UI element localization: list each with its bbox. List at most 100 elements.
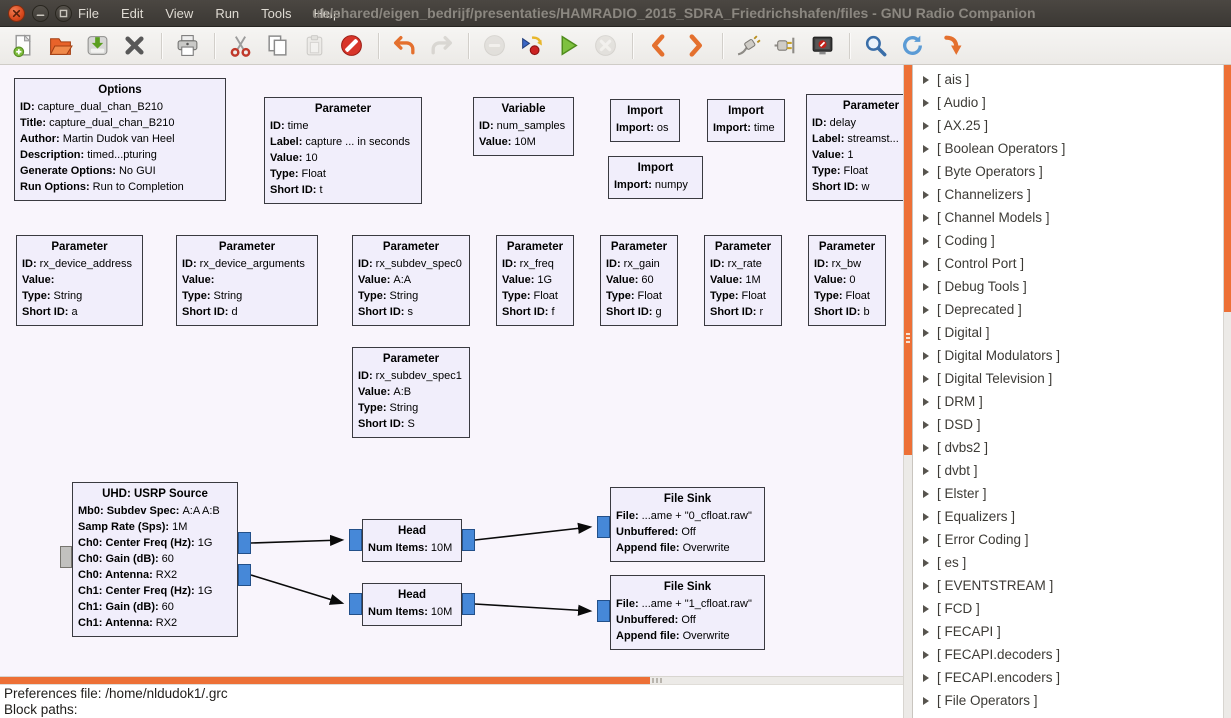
port-usrp-out1[interactable] <box>238 564 251 586</box>
expander-icon[interactable] <box>923 559 929 567</box>
sidebar-category-dvbs2[interactable]: [ dvbs2 ] <box>913 436 1223 459</box>
port-file-sink1-in[interactable] <box>597 600 610 622</box>
expander-icon[interactable] <box>923 582 929 590</box>
reload-blocks-button[interactable] <box>895 30 929 62</box>
expander-icon[interactable] <box>923 651 929 659</box>
expander-icon[interactable] <box>923 214 929 222</box>
block-options[interactable]: OptionsID:capture_dual_chan_B210Title:ca… <box>14 78 226 201</box>
cut-button[interactable] <box>223 30 257 62</box>
sidebar-category-elster[interactable]: [ Elster ] <box>913 482 1223 505</box>
generate-flowgraph-button[interactable] <box>514 30 548 62</box>
flowgraph-errors-button[interactable] <box>932 30 966 62</box>
block-usrp-source[interactable]: UHD: USRP SourceMb0: Subdev Spec:A:A A:B… <box>72 482 238 637</box>
expander-icon[interactable] <box>923 605 929 613</box>
menu-view[interactable]: View <box>165 6 193 21</box>
sidebar-category-fileoperators[interactable]: [ File Operators ] <box>913 689 1223 712</box>
copy-button[interactable] <box>260 30 294 62</box>
block-param-delay[interactable]: ParameterID:delayLabel:streamst...Value:… <box>806 94 903 201</box>
block-param-rx-subdev-spec0[interactable]: ParameterID:rx_subdev_spec0Value:A:AType… <box>352 235 470 326</box>
sidebar-category-coding[interactable]: [ Coding ] <box>913 229 1223 252</box>
sidebar-category-equalizers[interactable]: [ Equalizers ] <box>913 505 1223 528</box>
block-param-rx-device-address[interactable]: ParameterID:rx_device_addressValue:Type:… <box>16 235 143 326</box>
sidebar-category-drm[interactable]: [ DRM ] <box>913 390 1223 413</box>
connection-wire-2[interactable] <box>475 527 590 540</box>
menu-file[interactable]: File <box>78 6 99 21</box>
expander-icon[interactable] <box>923 283 929 291</box>
block-param-rx-gain[interactable]: ParameterID:rx_gainValue:60Type:FloatSho… <box>600 235 678 326</box>
sidebar-category-digitaltelevision[interactable]: [ Digital Television ] <box>913 367 1223 390</box>
sidebar-category-channelmodels[interactable]: [ Channel Models ] <box>913 206 1223 229</box>
expander-icon[interactable] <box>923 628 929 636</box>
print-button[interactable] <box>170 30 204 62</box>
block-param-rx-subdev-spec1[interactable]: ParameterID:rx_subdev_spec1Value:A:BType… <box>352 347 470 438</box>
port-head0-in[interactable] <box>349 529 362 551</box>
sidebar-category-ax25[interactable]: [ AX.25 ] <box>913 114 1223 137</box>
forward-button[interactable] <box>678 30 712 62</box>
block-param-rx-device-arguments[interactable]: ParameterID:rx_device_argumentsValue:Typ… <box>176 235 318 326</box>
block-param-time[interactable]: ParameterID:timeLabel:capture ... in sec… <box>264 97 422 204</box>
connection-wire-1[interactable] <box>251 575 342 603</box>
sidebar-category-byteoperators[interactable]: [ Byte Operators ] <box>913 160 1223 183</box>
window-maximize-button[interactable] <box>55 5 72 22</box>
window-close-button[interactable] <box>8 5 25 22</box>
vscroll-thumb[interactable] <box>904 65 912 455</box>
sidebar-category-fecapiencoders[interactable]: [ FECAPI.encoders ] <box>913 666 1223 689</box>
window-minimize-button[interactable] <box>32 5 49 22</box>
new-flowgraph-button[interactable] <box>6 30 40 62</box>
block-param-rx-rate[interactable]: ParameterID:rx_rateValue:1MType:FloatSho… <box>704 235 782 326</box>
sidebar-category-channelizers[interactable]: [ Channelizers ] <box>913 183 1223 206</box>
sidebar-category-dvbt[interactable]: [ dvbt ] <box>913 459 1223 482</box>
toggle-disabled-blocks-button[interactable] <box>805 30 839 62</box>
menu-edit[interactable]: Edit <box>121 6 143 21</box>
block-import-os[interactable]: ImportImport:os <box>610 99 680 142</box>
block-head0[interactable]: HeadNum Items:10M <box>362 519 462 562</box>
canvas-horizontal-scrollbar[interactable] <box>0 676 903 684</box>
sidebar-category-fcd[interactable]: [ FCD ] <box>913 597 1223 620</box>
expander-icon[interactable] <box>923 536 929 544</box>
port-file-sink0-in[interactable] <box>597 516 610 538</box>
sidebar-category-errorcoding[interactable]: [ Error Coding ] <box>913 528 1223 551</box>
sidebar-category-fecapidecoders[interactable]: [ FECAPI.decoders ] <box>913 643 1223 666</box>
port-head1-in[interactable] <box>349 593 362 615</box>
sidebar-category-audio[interactable]: [ Audio ] <box>913 91 1223 114</box>
sidebar-category-debugtools[interactable]: [ Debug Tools ] <box>913 275 1223 298</box>
expander-icon[interactable] <box>923 375 929 383</box>
sidebar-category-fecapi[interactable]: [ FECAPI ] <box>913 620 1223 643</box>
sidebar-scroll-thumb[interactable] <box>1224 65 1231 312</box>
block-import-time[interactable]: ImportImport:time <box>707 99 785 142</box>
expander-icon[interactable] <box>923 444 929 452</box>
port-usrp-out0[interactable] <box>238 532 251 554</box>
execute-flowgraph-button[interactable] <box>551 30 585 62</box>
connection-wire-0[interactable] <box>251 540 342 543</box>
expander-icon[interactable] <box>923 122 929 130</box>
expander-icon[interactable] <box>923 467 929 475</box>
sidebar-category-dsd[interactable]: [ DSD ] <box>913 413 1223 436</box>
menu-tools[interactable]: Tools <box>261 6 291 21</box>
find-block-button[interactable] <box>858 30 892 62</box>
sidebar-category-filter[interactable]: [ Filter ] <box>913 712 1223 718</box>
save-flowgraph-button[interactable] <box>80 30 114 62</box>
expander-icon[interactable] <box>923 306 929 314</box>
hscroll-grip-icon[interactable] <box>652 678 662 683</box>
port-head0-out[interactable] <box>462 529 475 551</box>
port-head1-out[interactable] <box>462 593 475 615</box>
expander-icon[interactable] <box>923 513 929 521</box>
sidebar-category-digitalmodulators[interactable]: [ Digital Modulators ] <box>913 344 1223 367</box>
block-file-sink0[interactable]: File SinkFile:...ame + "0_cfloat.raw"Unb… <box>610 487 765 562</box>
hscroll-thumb[interactable] <box>0 677 650 684</box>
back-button[interactable] <box>641 30 675 62</box>
expander-icon[interactable] <box>923 260 929 268</box>
expander-icon[interactable] <box>923 329 929 337</box>
expander-icon[interactable] <box>923 697 929 705</box>
expander-icon[interactable] <box>923 398 929 406</box>
block-head1[interactable]: HeadNum Items:10M <box>362 583 462 626</box>
expander-icon[interactable] <box>923 76 929 84</box>
expander-icon[interactable] <box>923 421 929 429</box>
sidebar-category-deprecated[interactable]: [ Deprecated ] <box>913 298 1223 321</box>
expander-icon[interactable] <box>923 145 929 153</box>
undo-button[interactable] <box>387 30 421 62</box>
flowgraph-canvas[interactable]: OptionsID:capture_dual_chan_B210Title:ca… <box>0 65 903 676</box>
menu-run[interactable]: Run <box>215 6 239 21</box>
expander-icon[interactable] <box>923 237 929 245</box>
sidebar-scrollbar[interactable] <box>1223 65 1231 718</box>
